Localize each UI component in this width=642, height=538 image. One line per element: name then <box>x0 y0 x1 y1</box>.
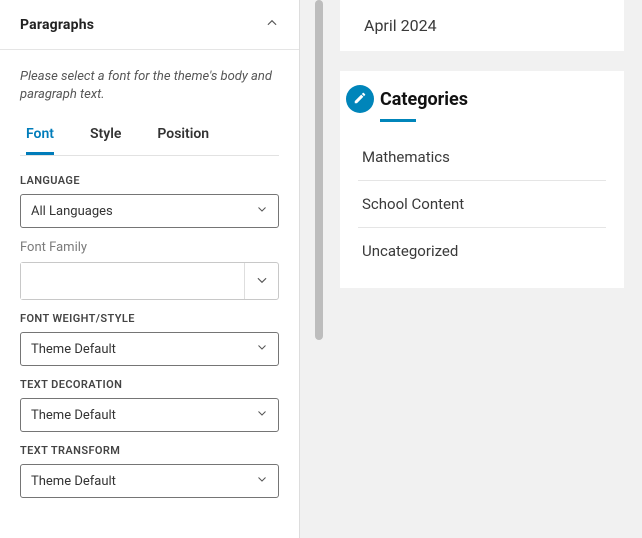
pencil-icon <box>353 90 367 109</box>
font-family-combobox[interactable] <box>20 262 279 300</box>
chevron-down-icon <box>255 272 269 291</box>
tab-style[interactable]: Style <box>90 118 121 155</box>
category-link[interactable]: Uncategorized <box>358 228 606 274</box>
language-label: Language <box>20 174 279 187</box>
font-family-input[interactable] <box>21 263 244 299</box>
scrollbar-thumb[interactable] <box>315 0 323 340</box>
tabs: Font Style Position <box>20 118 279 156</box>
categories-header: Categories <box>340 71 624 113</box>
chevron-down-icon <box>256 407 268 423</box>
chevron-down-icon <box>256 341 268 357</box>
chevron-down-icon <box>256 203 268 219</box>
language-value: All Languages <box>31 204 113 219</box>
category-link[interactable]: School Content <box>358 181 606 228</box>
language-select[interactable]: All Languages <box>20 194 279 228</box>
font-family-dropdown-button[interactable] <box>244 263 278 299</box>
font-family-label: Font Family <box>20 240 279 255</box>
tab-font[interactable]: Font <box>26 118 54 155</box>
text-decoration-select[interactable]: Theme Default <box>20 398 279 432</box>
preview-area: April 2024 Categories Mathematics School… <box>340 0 642 538</box>
font-weight-label: Font Weight/Style <box>20 312 279 325</box>
text-transform-value: Theme Default <box>31 474 116 489</box>
archive-widget: April 2024 <box>340 0 624 51</box>
chevron-down-icon <box>256 473 268 489</box>
edit-button[interactable] <box>346 85 374 113</box>
tab-position[interactable]: Position <box>157 118 209 155</box>
archive-link[interactable]: April 2024 <box>340 0 624 51</box>
text-transform-label: Text Transform <box>20 444 279 457</box>
text-decoration-label: Text Decoration <box>20 378 279 391</box>
text-transform-select[interactable]: Theme Default <box>20 464 279 498</box>
categories-list: Mathematics School Content Uncategorized <box>340 134 624 288</box>
title-underline <box>380 119 416 122</box>
font-weight-value: Theme Default <box>31 342 116 357</box>
panel-body: Please select a font for the theme's bod… <box>0 50 299 518</box>
text-decoration-value: Theme Default <box>31 408 116 423</box>
panel-header-paragraphs[interactable]: Paragraphs <box>0 0 299 50</box>
font-weight-select[interactable]: Theme Default <box>20 332 279 366</box>
panel-title: Paragraphs <box>20 17 94 33</box>
panel-description: Please select a font for the theme's bod… <box>20 68 279 104</box>
settings-sidebar: Paragraphs Please select a font for the … <box>0 0 300 538</box>
chevron-up-icon <box>265 15 279 34</box>
gutter <box>300 0 340 538</box>
categories-widget: Categories Mathematics School Content Un… <box>340 71 624 288</box>
category-link[interactable]: Mathematics <box>358 134 606 181</box>
categories-title: Categories <box>380 89 468 110</box>
